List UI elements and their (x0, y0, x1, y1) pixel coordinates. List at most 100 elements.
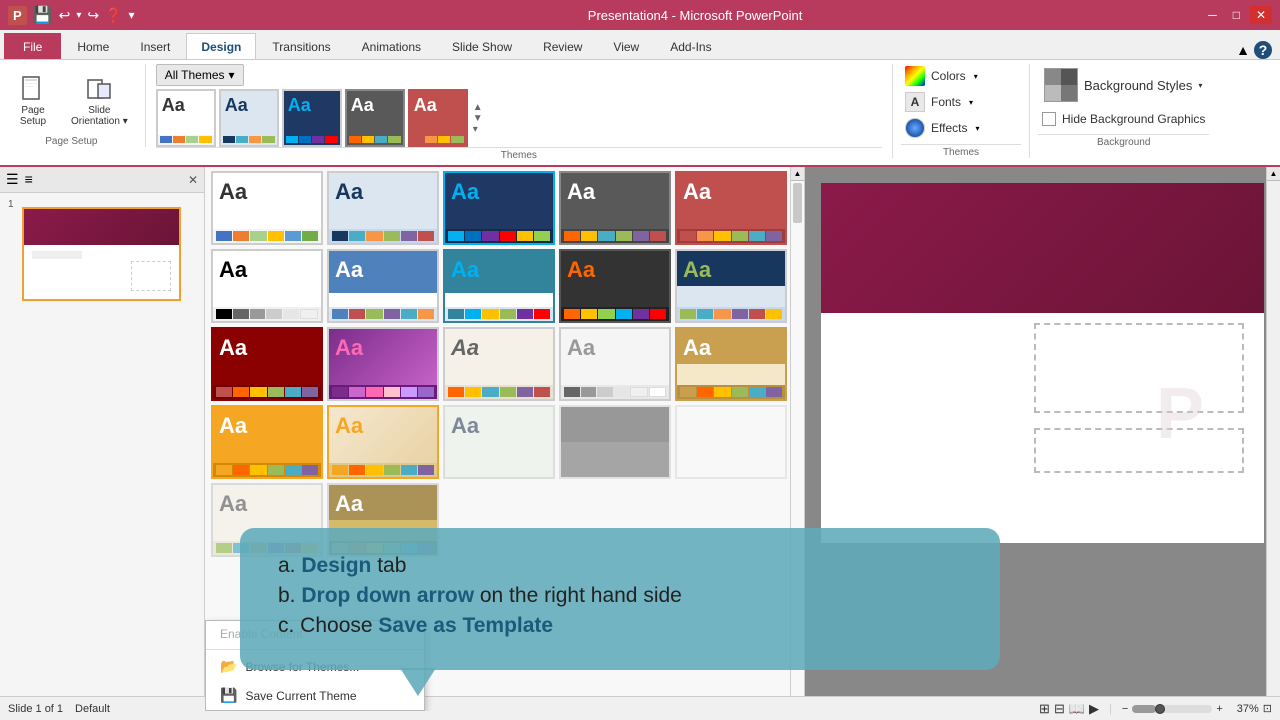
slide-count: Slide 1 of 1 (8, 703, 63, 715)
panel-view-icons: ☰ ≡ (6, 171, 33, 188)
hide-background-checkbox[interactable] (1042, 112, 1056, 126)
tooltip-a-prefix: a. (278, 554, 301, 577)
themes-scroll-down[interactable]: ▼ (473, 113, 483, 124)
ribbon-content: PageSetup SlideOrientation ▾ Page Setup … (0, 60, 1280, 167)
theme-item-14[interactable]: Aa (559, 327, 671, 401)
slide-orientation-icon (83, 73, 115, 105)
view-slideshow-icon[interactable]: ▶ (1089, 701, 1099, 717)
theme-item-8[interactable]: Aa (443, 249, 555, 323)
tooltip-tab-suffix: tab (371, 554, 406, 577)
theme-item-18[interactable]: Aa (443, 405, 555, 479)
help-button[interactable]: ? (1254, 41, 1272, 59)
theme-preview-4[interactable]: Aa (345, 89, 405, 147)
theme-item-2[interactable]: Aa (327, 171, 439, 245)
close-button[interactable]: ✕ (1250, 6, 1272, 24)
tab-file[interactable]: File (4, 33, 61, 59)
tab-review[interactable]: Review (528, 33, 597, 59)
themes-preview-row: Aa Aa Aa Aa (156, 89, 882, 147)
theme-item-10[interactable]: Aa (675, 249, 787, 323)
quick-access-arrow[interactable]: ▾ (129, 8, 135, 22)
theme-preview-3[interactable]: Aa (282, 89, 342, 147)
zoom-slider[interactable] (1132, 705, 1212, 713)
slide-thumbnail-1[interactable] (22, 207, 181, 301)
theme-item-20[interactable] (675, 405, 787, 479)
panel-close-icon[interactable]: ✕ (188, 173, 198, 187)
slides-view-icon[interactable]: ☰ (6, 171, 19, 188)
help-icon[interactable]: ❓ (105, 7, 122, 24)
background-styles-label: Background Styles (1084, 78, 1192, 93)
fit-window-button[interactable]: ⊡ (1263, 702, 1272, 715)
themes-more[interactable]: ▾ (473, 124, 483, 135)
colors-button[interactable]: Colors ▾ (901, 64, 1021, 88)
status-left: Slide 1 of 1 Default (8, 703, 110, 715)
undo-arrow[interactable]: ▾ (76, 10, 81, 21)
zoom-out-button[interactable]: − (1122, 703, 1128, 715)
tab-slideshow[interactable]: Slide Show (437, 33, 527, 59)
slide-1-container: 1 (4, 199, 200, 309)
background-styles-button[interactable]: Background Styles ▾ (1038, 64, 1209, 106)
theme-item-12[interactable]: Aa (327, 327, 439, 401)
theme-item-4[interactable]: Aa (559, 171, 671, 245)
zoom-in-button[interactable]: + (1216, 703, 1222, 715)
scroll-up-button[interactable]: ▲ (791, 167, 804, 181)
canvas-scroll-up[interactable]: ▲ (1267, 167, 1280, 181)
maximize-button[interactable]: □ (1227, 6, 1246, 24)
theme-preview-2[interactable]: Aa (219, 89, 279, 147)
scroll-thumb[interactable] (793, 183, 802, 223)
colors-arrow: ▾ (974, 72, 978, 81)
theme-item-9[interactable]: Aa (559, 249, 671, 323)
theme-item-11[interactable]: Aa (211, 327, 323, 401)
tab-view[interactable]: View (598, 33, 654, 59)
theme-item-7[interactable]: Aa (327, 249, 439, 323)
save-icon[interactable]: 💾 (33, 5, 53, 25)
effects-button[interactable]: Effects ▾ (901, 116, 1021, 140)
theme-preview-1[interactable]: Aa (156, 89, 216, 147)
themes-row-4: Aa Aa Aa (205, 403, 804, 481)
theme-item-17[interactable]: Aa (327, 405, 439, 479)
theme-preview-5[interactable]: Aa (408, 89, 468, 147)
thumb-header (24, 209, 179, 245)
view-reading-icon[interactable]: 📖 (1069, 701, 1085, 717)
undo-icon[interactable]: ↩ (59, 7, 71, 24)
status-right: ⊞ ⊟ 📖 ▶ | − + 37% ⊡ (1039, 701, 1272, 717)
view-normal-icon[interactable]: ⊞ (1039, 701, 1050, 717)
right-ribbon-top: Colors ▾ A Fonts ▾ Effects ▾ Themes (901, 64, 1272, 158)
theme-item-1[interactable]: Aa (211, 171, 323, 245)
themes-options-label: Themes (901, 144, 1021, 158)
theme-item-19[interactable] (559, 405, 671, 479)
slide-panel: ☰ ≡ ✕ 1 (0, 167, 205, 711)
canvas-scrollbar: ▲ ▼ (1266, 167, 1280, 711)
themes-group-label: Themes (156, 147, 882, 161)
view-slide-sorter-icon[interactable]: ⊟ (1054, 701, 1065, 717)
dropdown-save-theme[interactable]: 💾 Save Current Theme (206, 681, 424, 710)
theme-item-5[interactable]: Aa (675, 171, 787, 245)
outline-view-icon[interactable]: ≡ (25, 171, 33, 188)
redo-icon[interactable]: ↪ (87, 7, 99, 24)
theme-item-6[interactable]: Aa (211, 249, 323, 323)
tooltip-c-prefix: c. Choose (278, 614, 378, 637)
theme-options-group: Colors ▾ A Fonts ▾ Effects ▾ Themes (901, 64, 1021, 158)
theme-item-16[interactable]: Aa (211, 405, 323, 479)
page-setup-buttons: PageSetup SlideOrientation ▾ (8, 68, 135, 132)
page-setup-group-label: Page Setup (45, 136, 97, 147)
window-title: Presentation4 - Microsoft PowerPoint (188, 8, 1202, 23)
theme-item-15[interactable]: Aa (675, 327, 787, 401)
tab-transitions[interactable]: Transitions (257, 33, 345, 59)
tab-animations[interactable]: Animations (347, 33, 436, 59)
tab-design[interactable]: Design (186, 33, 256, 59)
tab-addins[interactable]: Add-Ins (655, 33, 726, 59)
slide-thumb-inner (24, 209, 179, 299)
slide-orientation-button[interactable]: SlideOrientation ▾ (64, 68, 135, 132)
tab-home[interactable]: Home (62, 33, 124, 59)
page-setup-button[interactable]: PageSetup (8, 68, 58, 132)
hide-background-row[interactable]: Hide Background Graphics (1038, 110, 1209, 128)
ribbon-collapse-icon[interactable]: ▲ (1236, 42, 1250, 58)
theme-item-13[interactable]: Aa (443, 327, 555, 401)
zoom-slider-thumb[interactable] (1155, 704, 1165, 714)
tab-insert[interactable]: Insert (125, 33, 185, 59)
theme-item-3[interactable]: Aa (443, 171, 555, 245)
minimize-button[interactable]: ─ (1202, 6, 1223, 24)
fonts-button[interactable]: A Fonts ▾ (901, 90, 1021, 114)
themes-dropdown[interactable]: All Themes ▾ (156, 64, 244, 86)
themes-scroll-up[interactable]: ▲ (473, 102, 483, 113)
